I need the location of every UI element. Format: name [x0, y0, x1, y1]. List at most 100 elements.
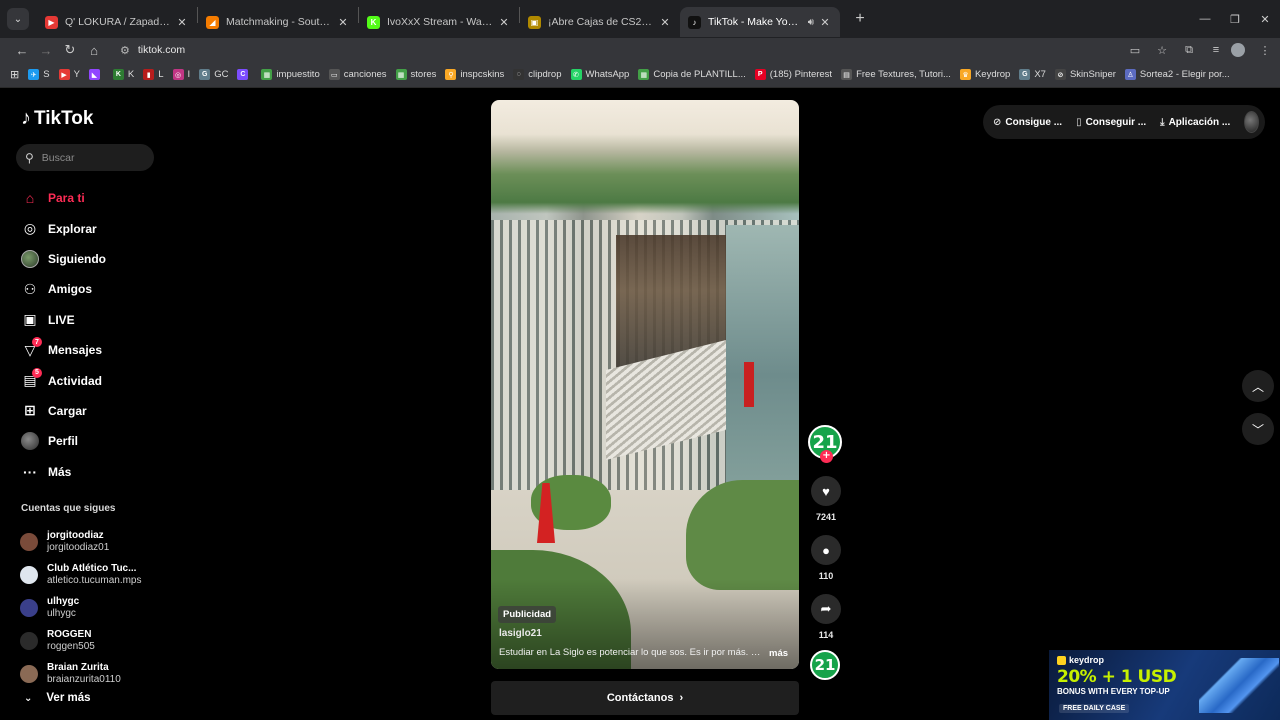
- menu-dots-icon[interactable]: ⋮: [1254, 39, 1276, 61]
- see-more-button[interactable]: ⌄ Ver más: [24, 692, 91, 704]
- bookmark-item[interactable]: ▮ L: [143, 69, 164, 80]
- chevron-down-icon: ⌄: [24, 692, 33, 704]
- bookmark-item[interactable]: ▶ Y: [58, 69, 80, 80]
- video-player[interactable]: Publicidad lasiglo21 Estudiar en La Sigl…: [491, 100, 799, 669]
- following-account[interactable]: jorgitoodiaz jorgitoodiaz01: [20, 525, 165, 558]
- browser-tab[interactable]: ◢ Matchmaking - South America ✕: [198, 7, 358, 37]
- bookmark-label: K: [127, 69, 135, 80]
- tab-close-button[interactable]: ✕: [175, 16, 189, 29]
- tab-close-button[interactable]: ✕: [818, 16, 832, 29]
- nav-item-live[interactable]: ▣ LIVE: [20, 305, 160, 335]
- bookmark-item[interactable]: ♛ Keydrop: [959, 69, 1010, 80]
- home-icon: ⌂: [25, 190, 35, 207]
- bookmark-item[interactable]: ⚲ inspcskins: [445, 69, 504, 80]
- nav-item-mensajes[interactable]: ▽ 7 Mensajes: [20, 335, 160, 365]
- following-list: jorgitoodiaz jorgitoodiaz01 Club Atlético …: [20, 525, 165, 691]
- browser-tab[interactable]: ▶ Q' LOKURA / Zapada EN VIVO ✕: [37, 7, 197, 37]
- top-action-button[interactable]: ⊘ Consigue ...: [993, 117, 1062, 128]
- creator-avatar[interactable]: 21 +: [808, 425, 842, 463]
- comment-button[interactable]: ●: [811, 535, 841, 565]
- keydrop-overlay-ad[interactable]: keydrop 20% + 1 USD BONUS WITH EVERY TOP…: [1049, 650, 1280, 720]
- url-field[interactable]: ⚙ tiktok.com: [112, 39, 1112, 61]
- cast-icon[interactable]: ▭: [1124, 39, 1146, 61]
- nav-item-actividad[interactable]: ▤ 5 Actividad: [20, 365, 160, 395]
- top-right-actions: ⊘ Consigue ... ▯ Conseguir ... ⤓ Aplicación .…: [983, 105, 1265, 139]
- top-action-icon: ▯: [1076, 116, 1082, 128]
- live-tv-icon: ▣: [23, 311, 37, 328]
- bookmark-item[interactable]: ◣: [88, 69, 104, 80]
- user-avatar[interactable]: [1244, 111, 1259, 133]
- search-input[interactable]: [41, 151, 142, 164]
- bookmark-item[interactable]: G GC: [199, 69, 228, 80]
- following-account[interactable]: Club Atlético Tuc... atletico.tucuman.mps: [20, 558, 165, 591]
- browser-tab[interactable]: ♪ TikTok - Make Your Day 🔊︎ ✕: [680, 7, 840, 37]
- bookmark-item[interactable]: ◎ I: [172, 69, 191, 80]
- bookmark-item[interactable]: ◌ clipdrop: [513, 69, 562, 80]
- following-account[interactable]: Braian Zurita braianzurita0110: [20, 658, 165, 691]
- share-button[interactable]: ➦: [811, 594, 841, 624]
- site-info-icon[interactable]: ⚙: [120, 44, 130, 57]
- bookmark-item[interactable]: ▦ stores: [395, 69, 436, 80]
- forward-button[interactable]: →: [34, 39, 58, 61]
- bookmark-item[interactable]: KK: [112, 69, 135, 80]
- home-button[interactable]: ⌂: [82, 39, 106, 61]
- top-action-button[interactable]: ⤓ Aplicación ...: [1160, 117, 1230, 128]
- follow-plus-icon[interactable]: +: [820, 450, 833, 463]
- video-author[interactable]: lasiglo21: [499, 628, 542, 639]
- nav-item-m-s[interactable]: ··· Más: [20, 457, 160, 487]
- bookmark-favicon-icon: ✈: [28, 69, 40, 80]
- extensions-icon[interactable]: ⧉: [1178, 39, 1200, 61]
- description-more-button[interactable]: más: [769, 648, 788, 659]
- bookmark-item[interactable]: ▦ impuestito: [261, 69, 320, 80]
- minimize-button[interactable]: —: [1190, 0, 1220, 38]
- bookmark-item[interactable]: ✆ WhatsApp: [570, 69, 629, 80]
- nav-item-perfil[interactable]: Perfil: [20, 426, 160, 456]
- restore-button[interactable]: ❐: [1220, 0, 1250, 38]
- tab-title: TikTok - Make Your Day: [708, 16, 804, 28]
- new-tab-button[interactable]: +: [848, 7, 872, 31]
- like-button[interactable]: ♥: [811, 476, 841, 506]
- back-button[interactable]: ←: [10, 39, 34, 61]
- bookmark-label: L: [158, 69, 164, 80]
- previous-video-button[interactable]: ︿: [1242, 370, 1274, 402]
- media-control-icon[interactable]: ≡: [1205, 39, 1227, 61]
- bookmark-star-icon[interactable]: ☆: [1151, 39, 1173, 61]
- tab-close-button[interactable]: ✕: [497, 16, 511, 29]
- top-action-icon: ⊘: [993, 116, 1002, 128]
- browser-tab[interactable]: K IvoXxX Stream - Watch Live on ✕: [359, 7, 519, 37]
- reload-button[interactable]: ↻: [58, 39, 82, 61]
- window-close-button[interactable]: ✕: [1250, 0, 1280, 38]
- tab-search-button[interactable]: ⌄: [7, 8, 29, 30]
- tab-close-button[interactable]: ✕: [658, 16, 672, 29]
- bookmark-item[interactable]: ✈ S: [28, 69, 50, 80]
- following-account[interactable]: ulhygc ulhygc: [20, 591, 165, 624]
- bookmark-item[interactable]: ▦ Copia de PLANTILL...: [638, 69, 746, 80]
- tab-list: ▶ Q' LOKURA / Zapada EN VIVO ✕ ◢ Matchmaking…: [37, 1, 840, 37]
- tiktok-logo[interactable]: ♪ TikTok: [21, 107, 93, 130]
- bookmark-item[interactable]: ♙ Sortea2 - Elegir por...: [1124, 69, 1230, 80]
- apps-grid-icon[interactable]: ⊞: [10, 68, 19, 81]
- following-account[interactable]: ROGGEN roggen505: [20, 625, 165, 658]
- nav-item-para-ti[interactable]: ⌂ Para ti: [20, 183, 160, 213]
- music-disc-avatar[interactable]: 21: [810, 650, 840, 680]
- tab-close-button[interactable]: ✕: [336, 16, 350, 29]
- bookmark-item[interactable]: P (185) Pinterest: [754, 69, 832, 80]
- bookmark-item[interactable]: ▤ Free Textures, Tutori...: [841, 69, 951, 80]
- nav-item-amigos[interactable]: ⚇ Amigos: [20, 274, 160, 304]
- bookmark-item[interactable]: G X7: [1019, 69, 1046, 80]
- bookmark-item[interactable]: ▭ canciones: [328, 69, 387, 80]
- speaker-icon[interactable]: 🔊︎: [808, 17, 814, 28]
- bookmark-label: I: [187, 69, 191, 80]
- keydrop-logo: keydrop: [1057, 655, 1104, 665]
- next-video-button[interactable]: ﹀: [1242, 413, 1274, 445]
- profile-avatar[interactable]: [1231, 43, 1245, 57]
- top-action-button[interactable]: ▯ Conseguir ...: [1076, 117, 1146, 128]
- bookmark-item[interactable]: C: [237, 69, 252, 80]
- bookmarks-bar: ⊞ ✈ S ▶ Y ◣ K K ▮ L ◎ I G GC C ▦ impuestito ▭ canciones ▦ s…: [0, 62, 1280, 88]
- browser-tab[interactable]: ▣ ¡Abre Cajas de CS2 (CS:GO), Ga ✕: [520, 7, 680, 37]
- nav-item-explorar[interactable]: ◎ Explorar: [20, 213, 160, 243]
- contact-cta-button[interactable]: Contáctanos ›: [491, 681, 799, 715]
- bookmark-item[interactable]: ⊘ SkinSniper: [1054, 69, 1116, 80]
- nav-item-cargar[interactable]: ⊞ Cargar: [20, 396, 160, 426]
- nav-item-siguiendo[interactable]: Siguiendo: [20, 244, 160, 274]
